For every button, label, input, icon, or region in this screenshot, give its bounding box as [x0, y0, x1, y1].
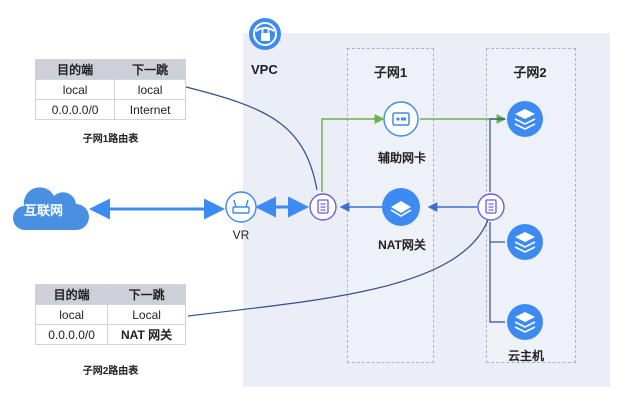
router-icon: [225, 191, 257, 223]
table-header-cell: 下一跳: [114, 59, 186, 80]
table-cell: local: [114, 79, 186, 100]
table-cell: Local: [107, 304, 186, 325]
table-header-row: 目的端 下一跳: [34, 59, 186, 80]
router-label: VR: [232, 228, 250, 242]
route-table-1-leader: [185, 86, 318, 191]
route-table-1-caption: 子网1路由表: [82, 134, 139, 145]
table-header-cell: 目的端: [34, 284, 109, 305]
table-cell: 0.0.0.0/0: [34, 324, 109, 345]
table-header-row: 目的端 下一跳: [34, 284, 186, 305]
cloud-host-label: 云主机: [507, 349, 544, 363]
router2-host-bracket-lower: [489, 222, 505, 323]
cloud-host-icon: [507, 304, 543, 340]
route-table-1: 目的端 下一跳 local local 0.0.0.0/0 Internet: [34, 59, 186, 120]
eni-icon: [383, 101, 419, 137]
route-table-2: 目的端 下一跳 local Local 0.0.0.0/0 NAT 网关: [34, 284, 186, 345]
cloud-host-icon: [507, 101, 543, 137]
table-row: 0.0.0.0/0 Internet: [34, 99, 186, 120]
router2-host-bracket: [489, 118, 505, 192]
subnet-2-router-icon: [477, 193, 505, 221]
table-cell: local: [34, 79, 116, 100]
table-cell: NAT 网关: [107, 324, 186, 345]
nat-gateway-label: NAT网关: [378, 238, 426, 252]
table-cell: Internet: [114, 99, 186, 120]
table-cell: 0.0.0.0/0: [34, 99, 116, 120]
table-row: local local: [34, 79, 186, 100]
cloud-host-icon: [507, 224, 543, 260]
table-row: local Local: [34, 304, 186, 325]
table-header-cell: 目的端: [34, 59, 116, 80]
eni-label: 辅助网卡: [377, 151, 426, 165]
nat-gateway-icon: [382, 188, 420, 226]
table-header-cell: 下一跳: [107, 284, 186, 305]
route-table-2-caption: 子网2路由表: [82, 366, 139, 377]
internet-label: 互联网: [24, 203, 64, 218]
table-cell: local: [34, 304, 109, 325]
table-row: 0.0.0.0/0 NAT 网关: [34, 324, 186, 345]
subnet-1-router-icon: [309, 193, 337, 221]
